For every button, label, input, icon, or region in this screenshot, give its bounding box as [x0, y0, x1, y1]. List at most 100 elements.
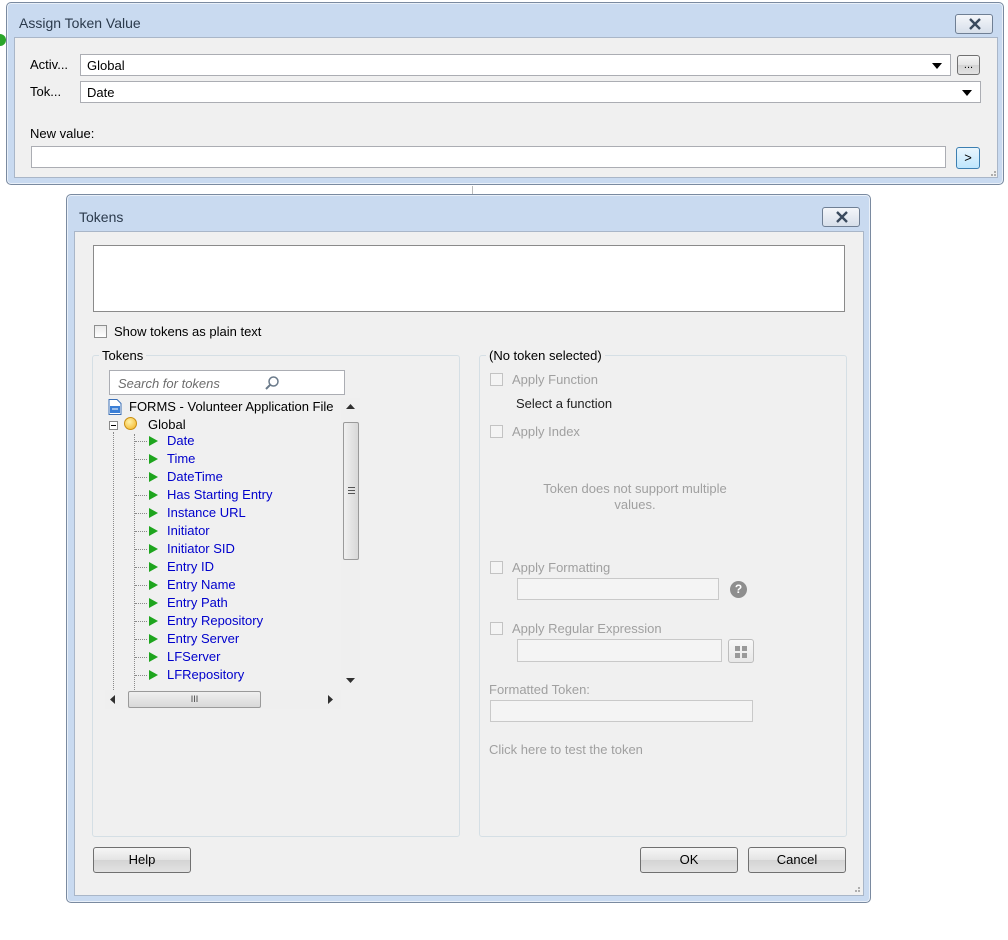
tree-connector — [134, 434, 135, 706]
scroll-right-icon[interactable] — [327, 695, 333, 704]
tree-connector — [135, 639, 147, 640]
regex-input[interactable] — [517, 639, 722, 662]
tree-item[interactable]: Instance URL — [167, 505, 246, 520]
token-play-icon — [149, 616, 158, 626]
token-label: Tok... — [30, 84, 62, 99]
scroll-left-icon[interactable] — [110, 695, 116, 704]
form-file-icon — [108, 399, 122, 415]
apply-index-label: Apply Index — [512, 424, 580, 439]
tree-connector — [135, 603, 147, 604]
tokens-dialog-title: Tokens — [79, 209, 124, 225]
formatted-token-field — [490, 700, 753, 722]
apply-formatting-checkbox[interactable] — [490, 561, 503, 574]
tree-item[interactable]: Entry Path — [167, 595, 228, 610]
tree-connector — [135, 567, 147, 568]
background-connector-line — [472, 186, 473, 194]
tree-connector — [135, 531, 147, 532]
token-play-icon — [149, 436, 158, 446]
show-plain-text-checkbox[interactable] — [94, 325, 107, 338]
apply-function-checkbox[interactable] — [490, 373, 503, 386]
cancel-button[interactable]: Cancel — [748, 847, 846, 873]
token-play-icon — [149, 472, 158, 482]
token-tree[interactable]: FORMS - Volunteer Application File Globa… — [105, 398, 361, 708]
help-icon[interactable]: ? — [730, 581, 747, 598]
activity-combo[interactable]: Global — [80, 54, 951, 76]
tree-item[interactable]: Time — [167, 451, 195, 466]
token-play-icon — [149, 598, 158, 608]
token-search-box[interactable]: Search for tokens — [109, 370, 345, 395]
activity-combo-value: Global — [87, 58, 125, 73]
assign-dialog-title: Assign Token Value — [19, 15, 141, 31]
formatting-input[interactable] — [517, 578, 719, 600]
token-play-icon — [149, 490, 158, 500]
apply-function-label: Apply Function — [512, 372, 598, 387]
tokens-dialog: Tokens Show tokens as plain text Tokens … — [66, 194, 871, 903]
resize-grip-icon[interactable] — [987, 167, 997, 177]
select-function-link[interactable]: Select a function — [516, 396, 612, 411]
tokens-dialog-client: Show tokens as plain text Tokens Search … — [74, 231, 864, 896]
tree-connector — [135, 621, 147, 622]
chevron-down-icon[interactable] — [932, 63, 942, 69]
close-icon — [836, 211, 848, 223]
tree-connector — [135, 657, 147, 658]
tree-item[interactable]: Has Starting Entry — [167, 487, 273, 502]
close-icon — [969, 18, 981, 30]
tree-connector — [113, 432, 114, 706]
tree-root-label[interactable]: FORMS - Volunteer Application File — [129, 399, 333, 414]
token-play-icon — [149, 508, 158, 518]
collapse-toggle-icon[interactable] — [109, 421, 118, 430]
tree-item[interactable]: DateTime — [167, 469, 223, 484]
regex-builder-button[interactable] — [728, 639, 754, 663]
tokens-dialog-close-button[interactable] — [822, 207, 860, 227]
assign-dialog-close-button[interactable] — [955, 14, 993, 34]
tree-connector — [135, 459, 147, 460]
apply-index-checkbox[interactable] — [490, 425, 503, 438]
search-icon[interactable] — [264, 375, 280, 391]
tree-item[interactable]: Entry Repository — [167, 613, 263, 628]
apply-regex-checkbox[interactable] — [490, 622, 503, 635]
assign-dialog-client: Activ... Global ... Tok... Date New valu… — [14, 37, 998, 178]
apply-formatting-label: Apply Formatting — [512, 560, 611, 575]
tree-item[interactable]: Initiator — [167, 523, 210, 538]
tree-item[interactable]: LFServer — [167, 649, 220, 664]
tree-vertical-scrollbar[interactable] — [341, 398, 360, 690]
tree-vscroll-thumb[interactable] — [343, 422, 359, 560]
new-value-label: New value: — [30, 126, 95, 141]
detail-group-label: (No token selected) — [486, 348, 605, 363]
ok-button[interactable]: OK — [640, 847, 738, 873]
tree-horizontal-scrollbar[interactable]: III — [105, 690, 341, 709]
token-play-icon — [149, 454, 158, 464]
token-text-area[interactable] — [93, 245, 845, 312]
tree-item[interactable]: Entry ID — [167, 559, 214, 574]
new-value-field[interactable] — [31, 146, 946, 168]
tree-connector — [135, 477, 147, 478]
token-combo-value: Date — [87, 85, 115, 100]
tree-connector — [135, 513, 147, 514]
tree-item[interactable]: LFRepository — [167, 667, 244, 682]
formatted-token-label: Formatted Token: — [489, 682, 590, 697]
scroll-up-icon[interactable] — [346, 404, 355, 410]
token-play-icon — [149, 580, 158, 590]
tree-item[interactable]: Entry Server — [167, 631, 239, 646]
tokens-group-label: Tokens — [99, 348, 147, 363]
tree-connector — [135, 441, 147, 442]
tree-item[interactable]: Entry Name — [167, 577, 236, 592]
test-token-link[interactable]: Click here to test the token — [489, 742, 643, 757]
apply-regex-label: Apply Regular Expression — [512, 621, 662, 636]
token-combo[interactable]: Date — [80, 81, 981, 103]
token-play-icon — [149, 670, 158, 680]
tree-group-label[interactable]: Global — [148, 417, 186, 432]
tree-hscroll-thumb[interactable]: III — [128, 691, 261, 708]
resize-grip-icon[interactable] — [851, 883, 861, 893]
token-play-icon — [149, 634, 158, 644]
help-button[interactable]: Help — [93, 847, 191, 873]
tree-connector — [135, 675, 147, 676]
activity-browse-button[interactable]: ... — [957, 55, 980, 75]
tree-item[interactable]: Date — [167, 433, 194, 448]
tree-connector — [135, 549, 147, 550]
chevron-down-icon[interactable] — [962, 90, 972, 96]
tree-item[interactable]: Initiator SID — [167, 541, 235, 556]
insert-token-button[interactable]: > — [956, 147, 980, 169]
search-placeholder: Search for tokens — [118, 376, 220, 391]
scroll-down-icon[interactable] — [346, 677, 355, 683]
